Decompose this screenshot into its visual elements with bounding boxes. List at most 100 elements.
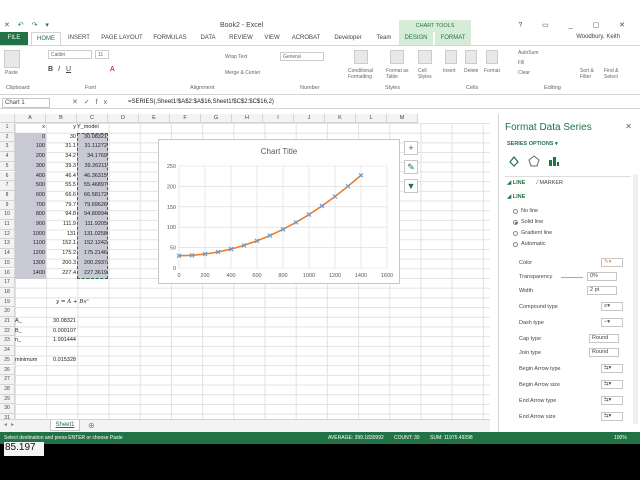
format-as-table-icon[interactable] (390, 50, 404, 64)
minimum-value[interactable]: 0.015328 (46, 356, 77, 366)
param-name-1[interactable]: B_ (15, 327, 46, 337)
cell-a16[interactable]: 1400 (15, 269, 46, 279)
fill-line-icon[interactable] (507, 154, 521, 168)
row-header-5[interactable]: 5 (0, 161, 15, 172)
cell-c16[interactable]: 227.3619 (77, 269, 108, 279)
cell-b15[interactable]: 200.3 (46, 259, 77, 269)
tab-formulas[interactable]: FORMULAS (150, 32, 190, 45)
compound-type-select[interactable]: ≡▾ (601, 302, 623, 311)
cell-a12[interactable]: 1000 (15, 230, 46, 240)
cap-type-select[interactable]: Round (589, 334, 619, 343)
row-header-2[interactable]: 2 (0, 132, 15, 143)
format-cells-button[interactable]: Format (484, 68, 500, 74)
effects-icon[interactable] (527, 154, 541, 168)
cell-a6[interactable]: 400 (15, 172, 46, 182)
pane-scrollbar[interactable] (633, 174, 638, 424)
cell-a7[interactable]: 500 (15, 181, 46, 191)
column-header-k[interactable]: K (325, 114, 356, 123)
autosum-button[interactable]: AutoSum (518, 50, 539, 56)
begin-arrow-type-select[interactable]: ⇆▾ (601, 364, 623, 373)
cell-c1[interactable]: Y_model (77, 123, 108, 133)
param-value-2[interactable]: 1.991444 (46, 336, 77, 346)
sort-filter-button[interactable]: Sort & Filter (580, 68, 602, 80)
series-options-icon[interactable] (547, 154, 561, 168)
cell-b9[interactable]: 79.7 (46, 201, 77, 211)
chart-elements-button[interactable]: + (404, 141, 418, 155)
transparency-slider[interactable] (561, 277, 583, 278)
row-header-18[interactable]: 18 (0, 287, 15, 298)
row-header-12[interactable]: 12 (0, 229, 15, 240)
column-header-m[interactable]: M (387, 114, 418, 123)
pane-close-icon[interactable]: ✕ (625, 122, 632, 131)
tab-developer[interactable]: Developer (328, 32, 368, 45)
paste-button[interactable]: Paste (5, 70, 18, 76)
row-header-25[interactable]: 25 (0, 355, 15, 366)
cell-c15[interactable]: 200.2937 (77, 259, 108, 269)
cell-a13[interactable]: 1100 (15, 239, 46, 249)
chart-plot[interactable]: 0 50 100 150 200 250 0 200 400 600 800 1000 1200 1400… (159, 140, 401, 285)
tab-view[interactable]: VIEW (260, 32, 284, 45)
column-header-i[interactable]: I (263, 114, 294, 123)
row-header-1[interactable]: 1 (0, 123, 15, 133)
conditional-formatting-button[interactable]: Conditional Formatting (348, 68, 382, 80)
chart-styles-button[interactable]: ✎ (404, 160, 418, 174)
cell-c3[interactable]: 31.11272 (77, 142, 108, 152)
cell-a8[interactable]: 600 (15, 191, 46, 201)
cell-b8[interactable]: 66.6 (46, 191, 77, 201)
solid-line-radio[interactable] (513, 220, 518, 225)
row-header-24[interactable]: 24 (0, 346, 15, 356)
cell-a1[interactable]: x (15, 123, 46, 133)
line-section-header[interactable]: ◢ LINE (507, 194, 525, 200)
cell-c12[interactable]: 131.0258 (77, 230, 108, 240)
fill-button[interactable]: Fill (518, 60, 524, 66)
cell-c5[interactable]: 39.26211 (77, 162, 108, 172)
row-header-13[interactable]: 13 (0, 239, 15, 250)
conditional-formatting-icon[interactable] (354, 50, 368, 64)
cell-b16[interactable]: 227.4 (46, 269, 77, 279)
paste-icon[interactable] (4, 50, 20, 68)
cell-c11[interactable]: 111.9205 (77, 220, 108, 230)
param-value-1[interactable]: 0.000107 (46, 327, 77, 337)
row-header-3[interactable]: 3 (0, 142, 15, 153)
row-header-7[interactable]: 7 (0, 181, 15, 191)
tab-review[interactable]: REVIEW (226, 32, 256, 45)
cell-a10[interactable]: 800 (15, 210, 46, 220)
tab-design[interactable]: DESIGN (399, 32, 433, 45)
quick-access-toolbar[interactable]: ✕ ↶ ↷ ▾ (4, 21, 52, 29)
no-line-radio[interactable] (513, 209, 518, 214)
font-color-icon[interactable]: A (110, 66, 115, 73)
row-header-29[interactable]: 29 (0, 394, 15, 405)
cell-a2[interactable]: 0 (15, 133, 46, 143)
row-header-6[interactable]: 6 (0, 171, 15, 182)
cell-a11[interactable]: 900 (15, 220, 46, 230)
row-header-20[interactable]: 20 (0, 307, 15, 317)
number-format-select[interactable]: General (280, 52, 324, 61)
cell-b4[interactable]: 34.2 (46, 152, 77, 162)
column-header-c[interactable]: C (77, 114, 108, 123)
italic-icon[interactable]: I (58, 66, 60, 73)
cell-b5[interactable]: 39.3 (46, 162, 77, 172)
row-header-16[interactable]: 16 (0, 268, 15, 279)
tab-acrobat[interactable]: ACROBAT (288, 32, 324, 45)
row-header-14[interactable]: 14 (0, 249, 15, 259)
param-name-0[interactable]: A_ (15, 317, 46, 327)
cell-b2[interactable]: 30 (46, 133, 77, 143)
select-all-corner[interactable] (0, 114, 15, 123)
column-header-g[interactable]: G (201, 114, 232, 123)
status-sum[interactable]: SUM: 11975.49298 (430, 432, 473, 444)
cell-a9[interactable]: 700 (15, 201, 46, 211)
param-value-0[interactable]: 30.08321 (46, 317, 77, 327)
column-header-a[interactable]: A (15, 114, 46, 123)
cell-c4[interactable]: 34.1769 (77, 152, 108, 162)
column-header-d[interactable]: D (108, 114, 139, 123)
row-header-23[interactable]: 23 (0, 336, 15, 347)
row-header-4[interactable]: 4 (0, 152, 15, 162)
cell-c10[interactable]: 94.80994 (77, 210, 108, 220)
end-arrow-type-select[interactable]: ⇆▾ (601, 396, 623, 405)
chart-filters-button[interactable]: ▼ (404, 179, 418, 193)
row-header-22[interactable]: 22 (0, 326, 15, 337)
merge-center-button[interactable]: Merge & Center (225, 70, 260, 76)
row-header-19[interactable]: 19 (0, 297, 15, 308)
row-header-26[interactable]: 26 (0, 365, 15, 376)
sheet-nav-icon[interactable]: ◂▸ (4, 421, 18, 428)
